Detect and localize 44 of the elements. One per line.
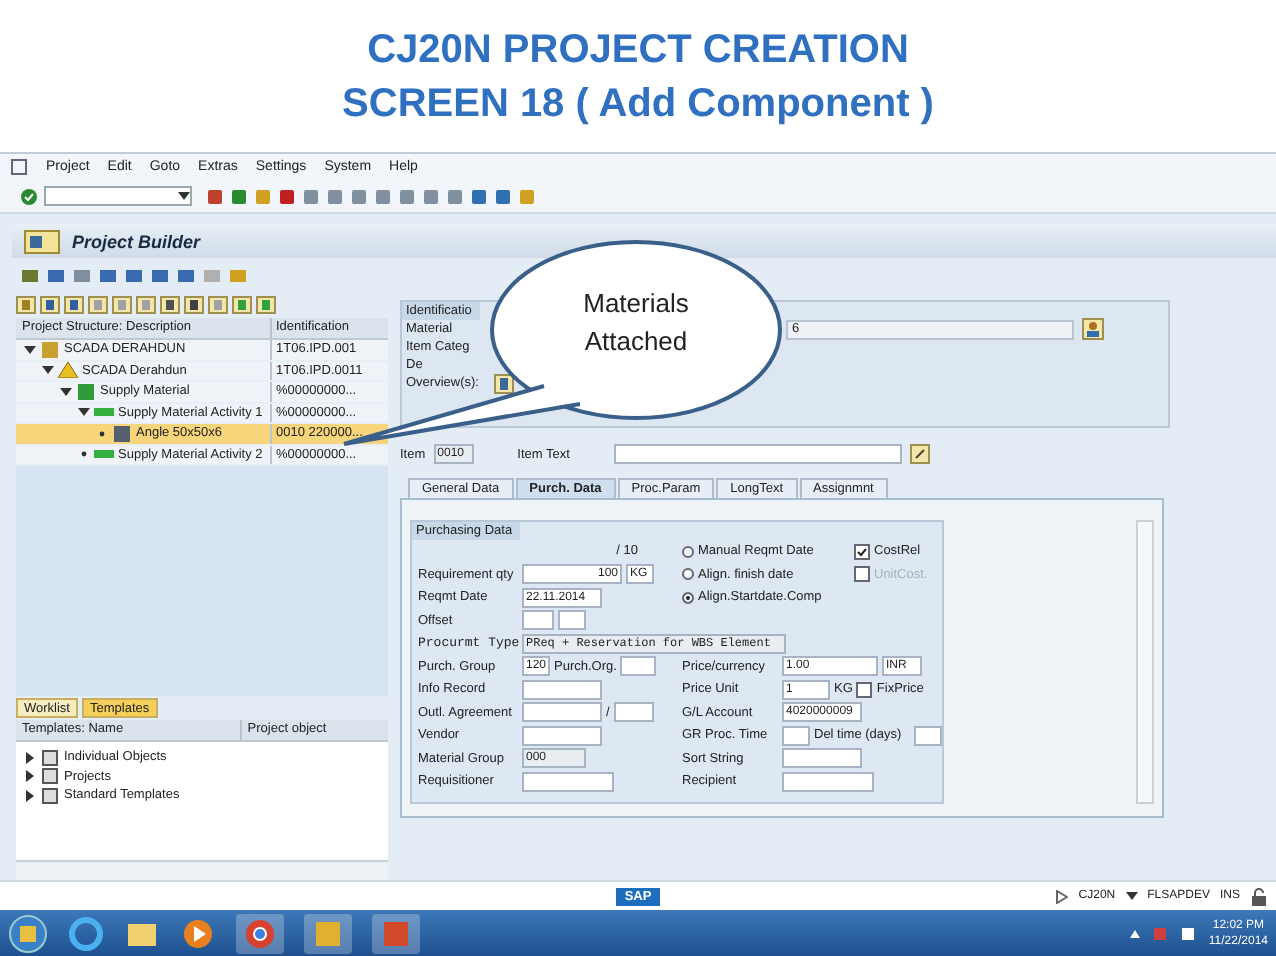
media-player-icon[interactable] <box>180 916 216 952</box>
radio-circle-icon[interactable] <box>682 545 694 558</box>
enter-icon[interactable] <box>20 187 38 205</box>
bullet-icon[interactable] <box>96 427 108 440</box>
person-icon[interactable] <box>1082 318 1104 340</box>
info-record-field[interactable] <box>522 679 602 700</box>
slide-title: CJ20N PROJECT CREATION <box>367 26 909 76</box>
play-arrow-icon[interactable] <box>1056 889 1069 903</box>
radio-circle-icon[interactable] <box>682 568 694 581</box>
radio-circle-icon[interactable] <box>682 591 694 604</box>
lock-icon[interactable] <box>1250 887 1268 905</box>
gr-time-field[interactable] <box>782 725 810 746</box>
dropdown-caret-icon <box>178 190 190 202</box>
chrome-circle-icon <box>244 918 276 950</box>
screen-title: Project Builder <box>72 231 201 251</box>
dropdown-caret-icon[interactable] <box>1125 890 1138 902</box>
start-button-icon[interactable] <box>8 914 48 954</box>
offset-field[interactable] <box>522 610 554 631</box>
project-icon <box>40 341 60 358</box>
bullet-icon[interactable] <box>78 448 90 461</box>
network-icon <box>76 383 96 400</box>
component-icon <box>112 425 132 442</box>
recipient-field[interactable] <box>782 771 874 792</box>
taskbar-button[interactable] <box>236 914 284 954</box>
tray-arrow-icon[interactable] <box>1130 929 1141 939</box>
horizontal-scrollbar[interactable] <box>16 860 388 880</box>
delivery-time-field[interactable] <box>914 725 942 746</box>
callout-text: Materials Attached <box>581 286 691 360</box>
vendor-field[interactable] <box>522 725 602 746</box>
edit-icon[interactable] <box>909 444 930 464</box>
requisitioner-field[interactable] <box>522 771 614 792</box>
checkbox-icon[interactable] <box>856 681 873 698</box>
document-icon[interactable] <box>494 373 514 393</box>
vertical-scrollbar[interactable] <box>1136 520 1154 804</box>
slide-title: SCREEN 18 ( Add Component ) <box>342 80 934 130</box>
offset-unit-field[interactable] <box>558 610 586 631</box>
item-text-field[interactable] <box>613 444 902 464</box>
agreement-field[interactable] <box>522 702 602 723</box>
command-field[interactable] <box>44 186 192 206</box>
taskbar-button[interactable] <box>304 914 352 954</box>
purch-org-field[interactable] <box>620 656 657 677</box>
sort-string-field[interactable] <box>782 748 862 769</box>
checkbox-icon[interactable] <box>854 543 870 560</box>
agreement-item-field[interactable] <box>613 702 654 723</box>
